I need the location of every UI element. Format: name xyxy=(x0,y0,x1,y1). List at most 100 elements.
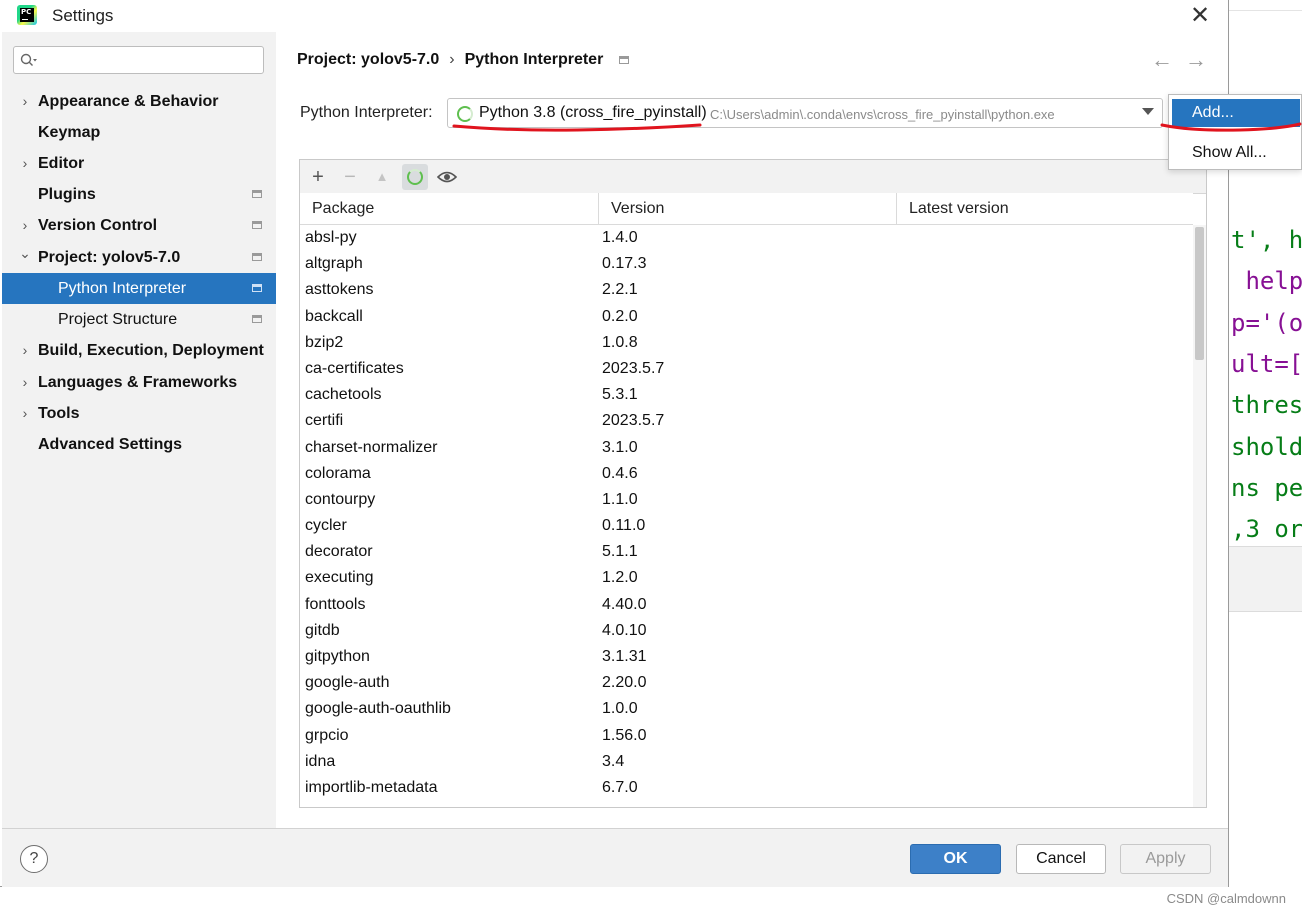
sidebar-item[interactable]: › Build, Execution, Deployment xyxy=(2,335,276,366)
forward-arrow-icon[interactable]: → xyxy=(1185,47,1207,73)
table-row[interactable]: cachetools 5.3.1 xyxy=(300,382,1193,408)
package-name-cell: fonttools xyxy=(305,595,366,613)
chevron-right-icon[interactable]: › xyxy=(19,86,31,117)
version-cell: 1.0.0 xyxy=(602,700,638,718)
upgrade-package-button[interactable]: ▲ xyxy=(369,164,395,190)
cancel-button[interactable]: Cancel xyxy=(1016,844,1106,874)
package-name-cell: grpcio xyxy=(305,726,349,744)
sidebar-item[interactable]: › Languages & Frameworks xyxy=(2,367,276,398)
table-row[interactable]: google-auth 2.20.0 xyxy=(300,670,1193,696)
package-name-cell: certifi xyxy=(305,412,344,430)
search-input[interactable] xyxy=(44,50,258,72)
vertical-scrollbar[interactable] xyxy=(1193,225,1206,807)
sidebar-item-label: Project Structure xyxy=(58,311,178,328)
table-row[interactable]: idna 3.4 xyxy=(300,749,1193,775)
show-early-releases-button[interactable] xyxy=(434,164,460,190)
project-level-icon xyxy=(619,55,630,64)
apply-button[interactable]: Apply xyxy=(1120,844,1211,874)
sidebar-item[interactable]: Advanced Settings xyxy=(2,429,276,460)
table-row[interactable]: importlib-metadata 6.7.0 xyxy=(300,775,1193,801)
version-cell: 0.2.0 xyxy=(602,307,638,325)
sidebar-item[interactable]: Python Interpreter xyxy=(2,273,276,304)
package-name-cell: contourpy xyxy=(305,490,376,508)
code-line: ns pe xyxy=(1231,473,1302,502)
ok-button[interactable]: OK xyxy=(910,844,1001,874)
sidebar-item-label: Project: yolov5-7.0 xyxy=(38,249,181,266)
package-name-cell: colorama xyxy=(305,464,371,482)
sidebar-item[interactable]: › Editor xyxy=(2,148,276,179)
chevron-down-icon[interactable] xyxy=(1142,108,1154,115)
table-row[interactable]: altgraph 0.17.3 xyxy=(300,251,1193,277)
project-level-icon xyxy=(252,221,262,229)
watermark: CSDN @calmdownn xyxy=(1166,891,1286,906)
package-name-cell: absl-py xyxy=(305,229,357,246)
table-row[interactable]: gitpython 3.1.31 xyxy=(300,644,1193,670)
table-row[interactable]: colorama 0.4.6 xyxy=(300,461,1193,487)
table-row[interactable]: charset-normalizer 3.1.0 xyxy=(300,435,1193,461)
sidebar-item-label: Languages & Frameworks xyxy=(38,374,238,391)
breadcrumb-page: Python Interpreter xyxy=(464,51,604,68)
interpreter-label: Python Interpreter: xyxy=(300,104,433,121)
table-row[interactable]: cycler 0.11.0 xyxy=(300,513,1193,539)
package-name-cell: cachetools xyxy=(305,386,382,404)
code-line: ,3 or xyxy=(1231,515,1302,544)
packages-panel: + − ▲ Package Version Latest version abs… xyxy=(299,159,1207,808)
close-button[interactable]: ✕ xyxy=(1183,2,1217,30)
table-row[interactable]: absl-py 1.4.0 xyxy=(300,225,1193,251)
help-button[interactable]: ? xyxy=(20,845,48,873)
remove-package-button[interactable]: − xyxy=(337,164,363,190)
refresh-icon xyxy=(407,169,423,185)
sidebar-item[interactable]: › Version Control xyxy=(2,210,276,241)
column-header-version[interactable]: Version xyxy=(599,193,897,224)
column-header-latest-version[interactable]: Latest version xyxy=(897,193,1193,224)
sidebar-item[interactable]: Keymap xyxy=(2,117,276,148)
chevron-right-icon[interactable]: › xyxy=(19,398,31,429)
version-cell: 0.11.0 xyxy=(602,517,646,535)
package-name-cell: bzip2 xyxy=(305,333,344,351)
table-row[interactable]: grpcio 1.56.0 xyxy=(300,723,1193,749)
show-all-interpreters-menu-item[interactable]: Show All... xyxy=(1172,139,1300,167)
sidebar-item[interactable]: › Tools xyxy=(2,398,276,429)
add-package-button[interactable]: + xyxy=(305,164,331,190)
table-row[interactable]: executing 1.2.0 xyxy=(300,565,1193,591)
table-row[interactable]: backcall 0.2.0 xyxy=(300,304,1193,330)
chevron-right-icon[interactable]: › xyxy=(19,335,31,366)
table-row[interactable]: contourpy 1.1.0 xyxy=(300,487,1193,513)
table-row[interactable]: google-auth-oauthlib 1.0.0 xyxy=(300,696,1193,722)
table-row[interactable]: certifi 2023.5.7 xyxy=(300,408,1193,434)
code-line: p='(o xyxy=(1231,308,1302,337)
sidebar-item[interactable]: › Appearance & Behavior xyxy=(2,86,276,117)
version-cell: 2023.5.7 xyxy=(602,412,665,430)
package-name-cell: charset-normalizer xyxy=(305,438,438,456)
settings-dialog: PC Settings ✕ › Appearance & Behavior Keym… xyxy=(0,0,1302,887)
version-cell: 1.1.0 xyxy=(602,490,638,508)
breadcrumb-project: Project: yolov5-7.0 xyxy=(297,51,440,68)
search-field[interactable] xyxy=(13,46,264,74)
table-row[interactable]: asttokens 2.2.1 xyxy=(300,277,1193,303)
table-row[interactable]: decorator 5.1.1 xyxy=(300,539,1193,565)
loading-icon xyxy=(457,106,473,122)
code-line: ult=[ xyxy=(1231,349,1302,378)
scrollbar-thumb[interactable] xyxy=(1195,227,1204,360)
refresh-button[interactable] xyxy=(402,164,428,190)
sidebar-item[interactable]: ⌄ Project: yolov5-7.0 xyxy=(2,242,276,273)
version-cell: 2.2.1 xyxy=(602,281,638,299)
breadcrumb: Project: yolov5-7.0 › Python Interpreter xyxy=(297,51,630,69)
chevron-right-icon[interactable]: › xyxy=(19,148,31,179)
package-name-cell: cycler xyxy=(305,517,347,535)
chevron-right-icon[interactable]: › xyxy=(19,367,31,398)
package-name-cell: ca-certificates xyxy=(305,359,404,377)
chevron-down-icon[interactable]: ⌄ xyxy=(19,238,31,269)
package-name-cell: altgraph xyxy=(305,255,363,273)
sidebar-item[interactable]: Plugins xyxy=(2,179,276,210)
back-arrow-icon[interactable]: ← xyxy=(1151,47,1173,73)
code-line: t', h xyxy=(1231,226,1302,254)
sidebar-item[interactable]: Project Structure xyxy=(2,304,276,335)
column-header-package[interactable]: Package xyxy=(300,193,599,224)
table-row[interactable]: gitdb 4.0.10 xyxy=(300,618,1193,644)
table-row[interactable]: fonttools 4.40.0 xyxy=(300,592,1193,618)
table-row[interactable]: ca-certificates 2023.5.7 xyxy=(300,356,1193,382)
table-row[interactable]: bzip2 1.0.8 xyxy=(300,330,1193,356)
package-name-cell: gitdb xyxy=(305,621,340,639)
chevron-right-icon[interactable]: › xyxy=(19,210,31,241)
